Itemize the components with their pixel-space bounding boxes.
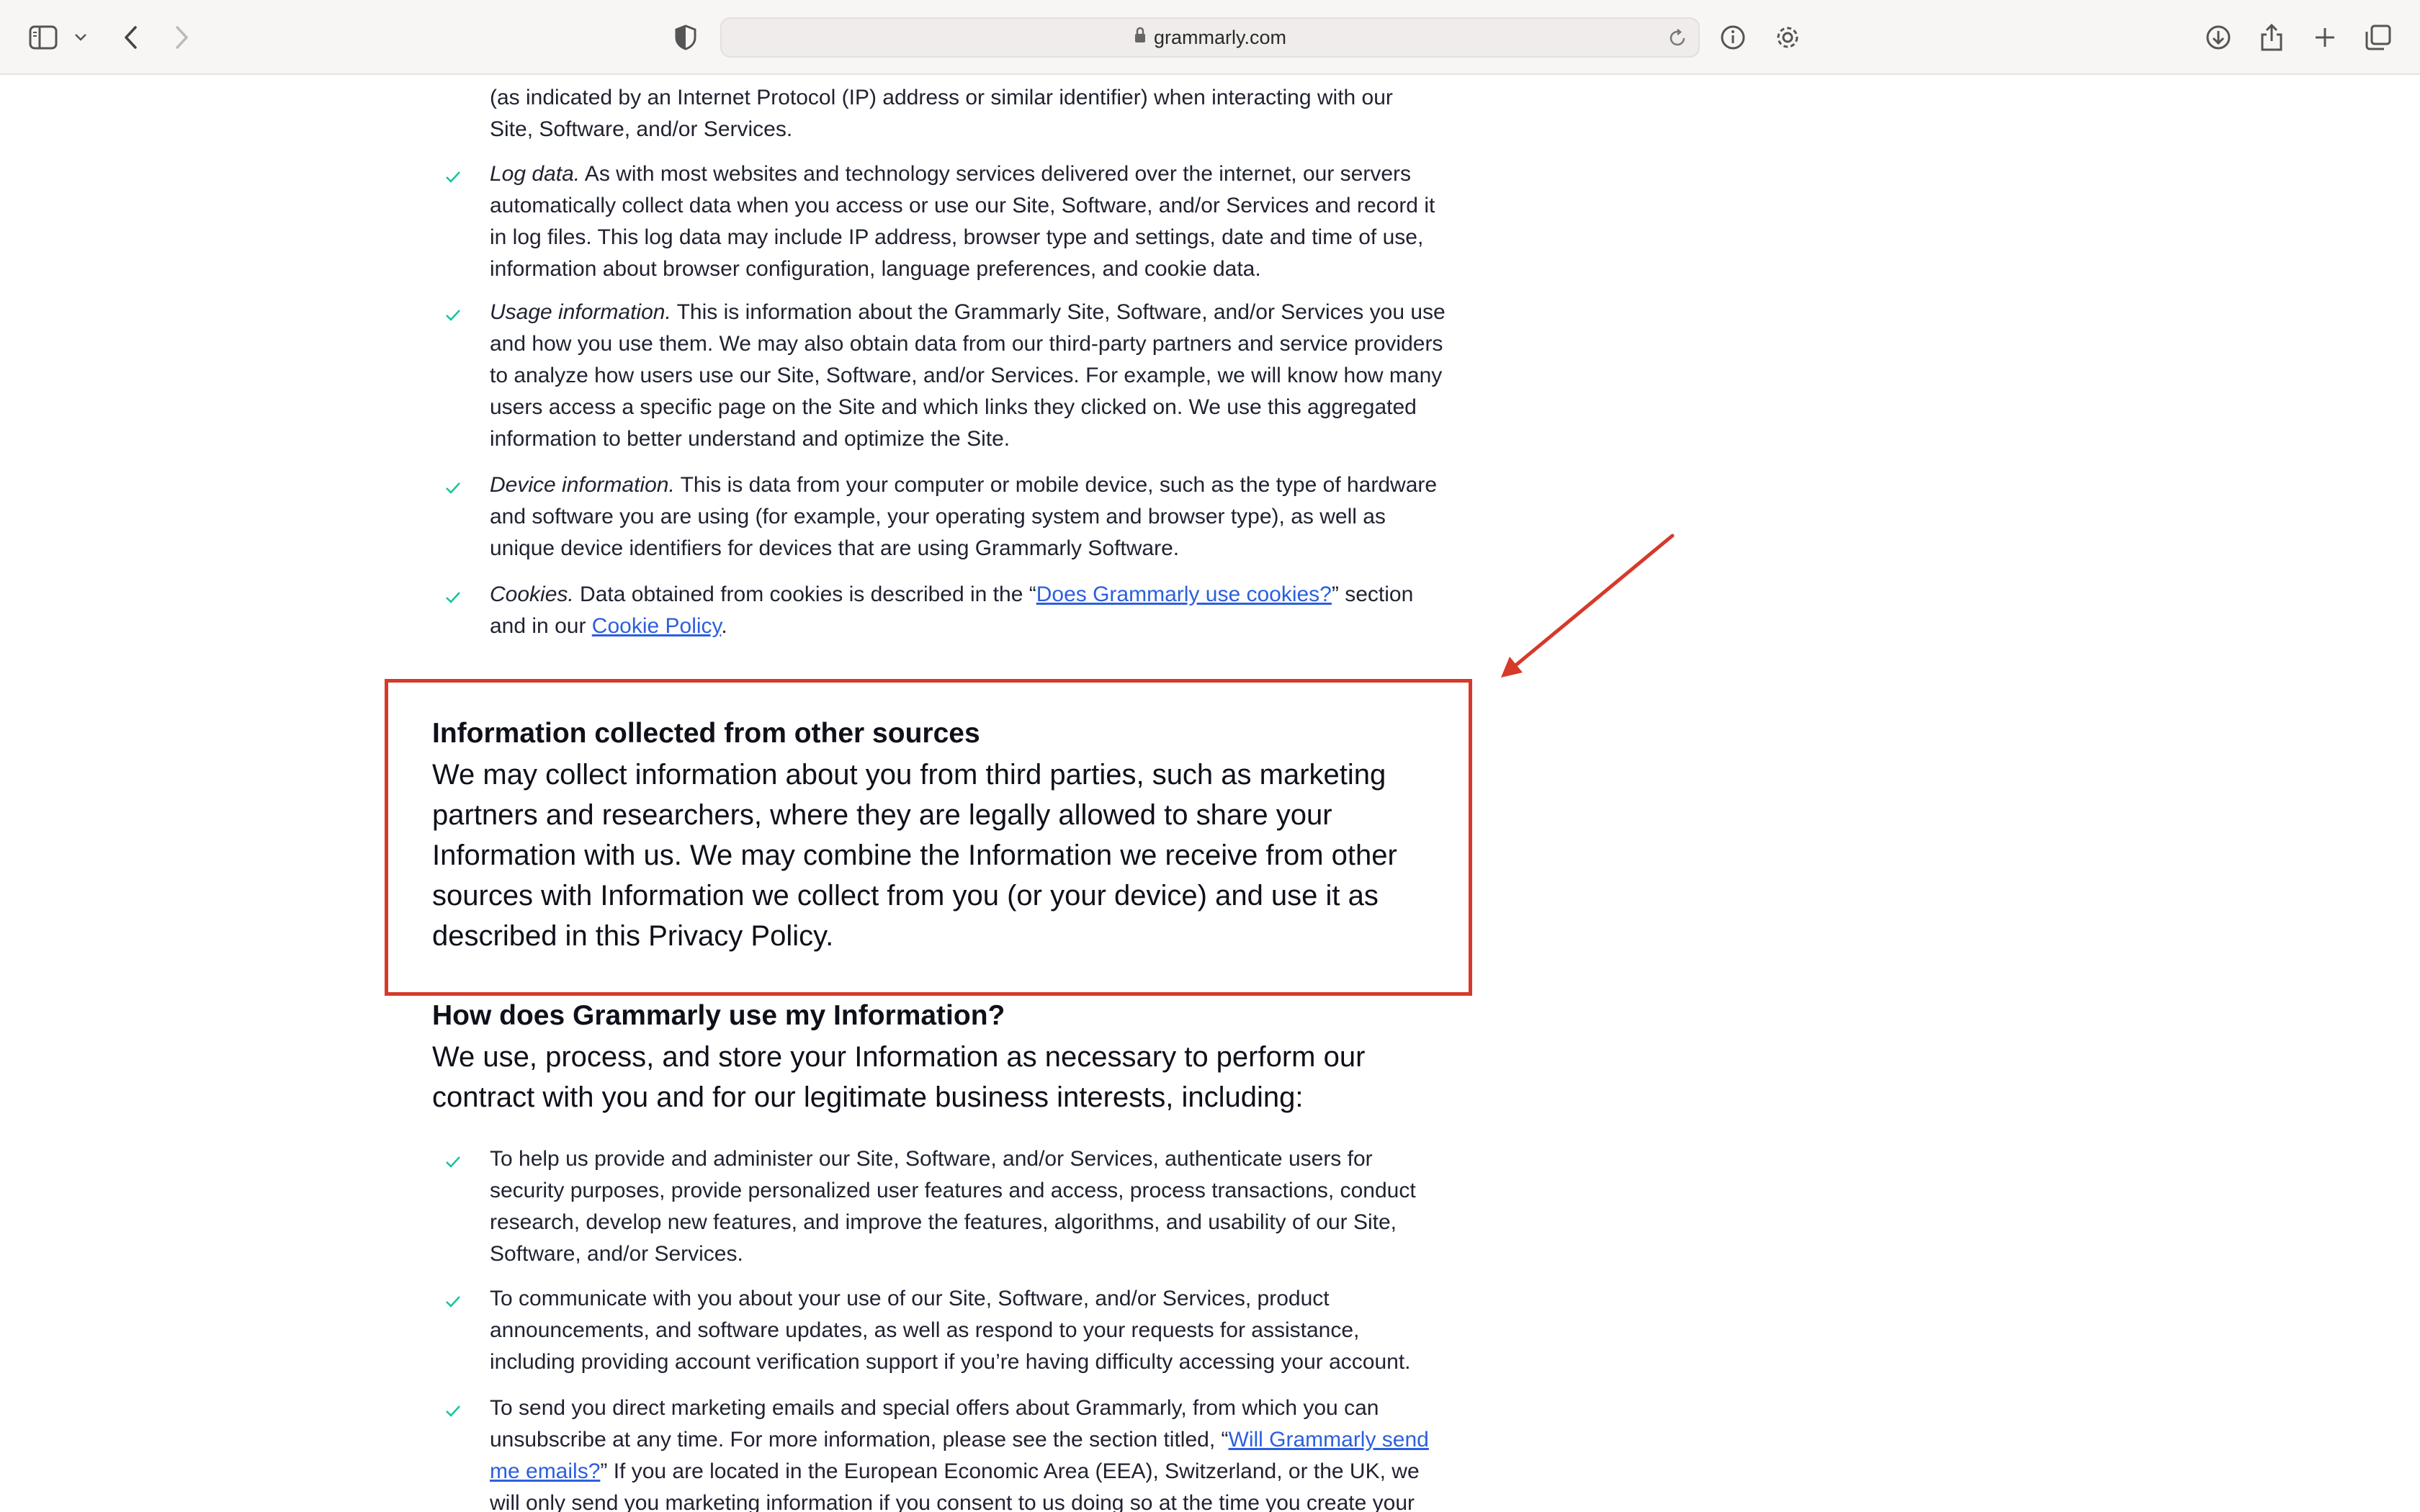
- cookie-policy-link[interactable]: Cookie Policy: [592, 614, 722, 638]
- other-sources-body: We may collect information about you fro…: [432, 759, 1397, 952]
- download-icon[interactable]: [2200, 19, 2237, 56]
- list-item: To help us provide and administer our Si…: [432, 1143, 1448, 1270]
- item-text: To help us provide and administer our Si…: [490, 1147, 1416, 1266]
- item-title: Usage information.: [490, 300, 671, 324]
- item-text: ” If you are located in the European Eco…: [490, 1459, 1420, 1512]
- use-body: We use, process, and store your Informat…: [432, 1041, 1366, 1113]
- checkmark-icon: [444, 164, 462, 196]
- list-item: Cookies. Data obtained from cookies is d…: [432, 579, 1448, 642]
- checkmark-icon: [444, 1149, 462, 1181]
- gear-icon[interactable]: [1769, 19, 1806, 56]
- browser-toolbar: grammarly.com: [0, 0, 2420, 75]
- list-item: To communicate with you about your use o…: [432, 1283, 1448, 1378]
- checkmark-icon: [444, 475, 462, 507]
- sidebar-icon[interactable]: [24, 19, 62, 56]
- item-title: Cookies.: [490, 582, 574, 606]
- checkmark-icon: [444, 1398, 462, 1430]
- other-sources-heading: Information collected from other sources: [432, 718, 980, 749]
- info-icon[interactable]: [1714, 19, 1752, 56]
- item-text: Data obtained from cookies is described …: [573, 582, 1036, 606]
- item-title: Log data.: [490, 162, 581, 186]
- list-item: To send you direct marketing emails and …: [432, 1392, 1448, 1512]
- lock-icon: [1134, 27, 1147, 49]
- url-text: grammarly.com: [1153, 26, 1287, 48]
- reload-icon[interactable]: [1667, 27, 1688, 53]
- fragment-line: Site, Software, and/or Services.: [490, 117, 793, 141]
- tabs-icon[interactable]: [2360, 19, 2397, 56]
- item-text: As with most websites and technology ser…: [490, 162, 1435, 281]
- list-item: Usage information. This is information a…: [432, 297, 1448, 455]
- plus-icon[interactable]: [2306, 19, 2344, 56]
- annotation-arrow: [1501, 534, 1675, 678]
- cookies-faq-link[interactable]: Does Grammarly use cookies?: [1036, 582, 1332, 606]
- list-item: Log data. As with most websites and tech…: [432, 158, 1448, 285]
- list-item: Device information. This is data from yo…: [432, 469, 1448, 564]
- item-text: .: [721, 614, 727, 638]
- chevron-down-icon[interactable]: [66, 19, 95, 56]
- item-text: To communicate with you about your use o…: [490, 1287, 1411, 1374]
- address-bar[interactable]: grammarly.com: [720, 17, 1700, 58]
- page-content: (as indicated by an Internet Protocol (I…: [0, 76, 2420, 1512]
- checkmark-icon: [444, 585, 462, 616]
- fragment-line: (as indicated by an Internet Protocol (I…: [490, 86, 1393, 109]
- back-icon[interactable]: [112, 19, 150, 56]
- top-fragment: (as indicated by an Internet Protocol (I…: [432, 82, 1448, 145]
- share-icon[interactable]: [2253, 19, 2290, 56]
- use-heading: How does Grammarly use my Information?: [432, 1000, 1005, 1031]
- shield-icon[interactable]: [667, 19, 704, 56]
- checkmark-icon: [444, 302, 462, 334]
- item-title: Device information.: [490, 473, 675, 497]
- forward-icon[interactable]: [163, 19, 200, 56]
- checkmark-icon: [444, 1289, 462, 1320]
